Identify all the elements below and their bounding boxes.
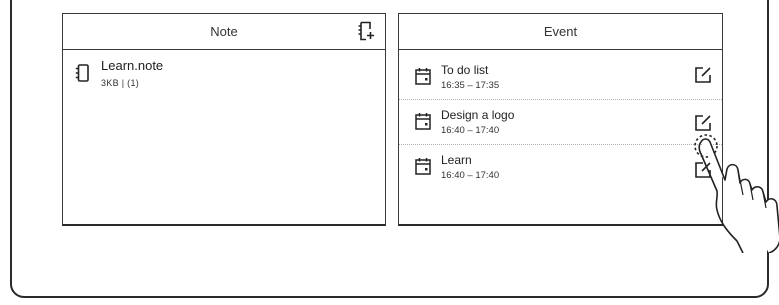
event-title: To do list (441, 63, 489, 77)
event-row-to-do-list[interactable]: To do list 16:35 – 17:35 (399, 55, 722, 100)
edit-icon[interactable] (694, 114, 712, 132)
calendar-icon (415, 158, 431, 175)
note-panel-title: Note (210, 24, 238, 39)
event-panel-header: Event (399, 14, 722, 50)
event-row-learn[interactable]: Learn 16:40 – 17:40 (399, 145, 722, 189)
note-panel-header: Note (63, 14, 385, 50)
note-list-item[interactable]: Learn.note 3KB | (1) (75, 58, 163, 88)
new-note-icon[interactable] (357, 21, 375, 41)
event-time: 16:40 – 17:40 (441, 170, 500, 181)
tap-hand-icon (694, 134, 779, 253)
note-meta: 3KB | (1) (101, 78, 140, 88)
note-panel: Note Learn.note 3KB | (1) (62, 13, 386, 226)
notebook-icon (75, 64, 89, 82)
calendar-icon (415, 68, 431, 85)
edit-icon[interactable] (694, 66, 712, 84)
event-row-design-a-logo[interactable]: Design a logo 16:40 – 17:40 (399, 100, 722, 145)
event-title: Design a logo (441, 108, 515, 122)
event-time: 16:40 – 17:40 (441, 125, 500, 136)
event-panel: Event To do list 16:35 – 17:35 Design a … (398, 13, 723, 226)
calendar-icon (415, 113, 431, 130)
event-panel-title: Event (543, 24, 578, 39)
event-title: Learn (441, 153, 472, 167)
note-title: Learn.note (101, 58, 164, 73)
event-time: 16:35 – 17:35 (441, 80, 500, 91)
